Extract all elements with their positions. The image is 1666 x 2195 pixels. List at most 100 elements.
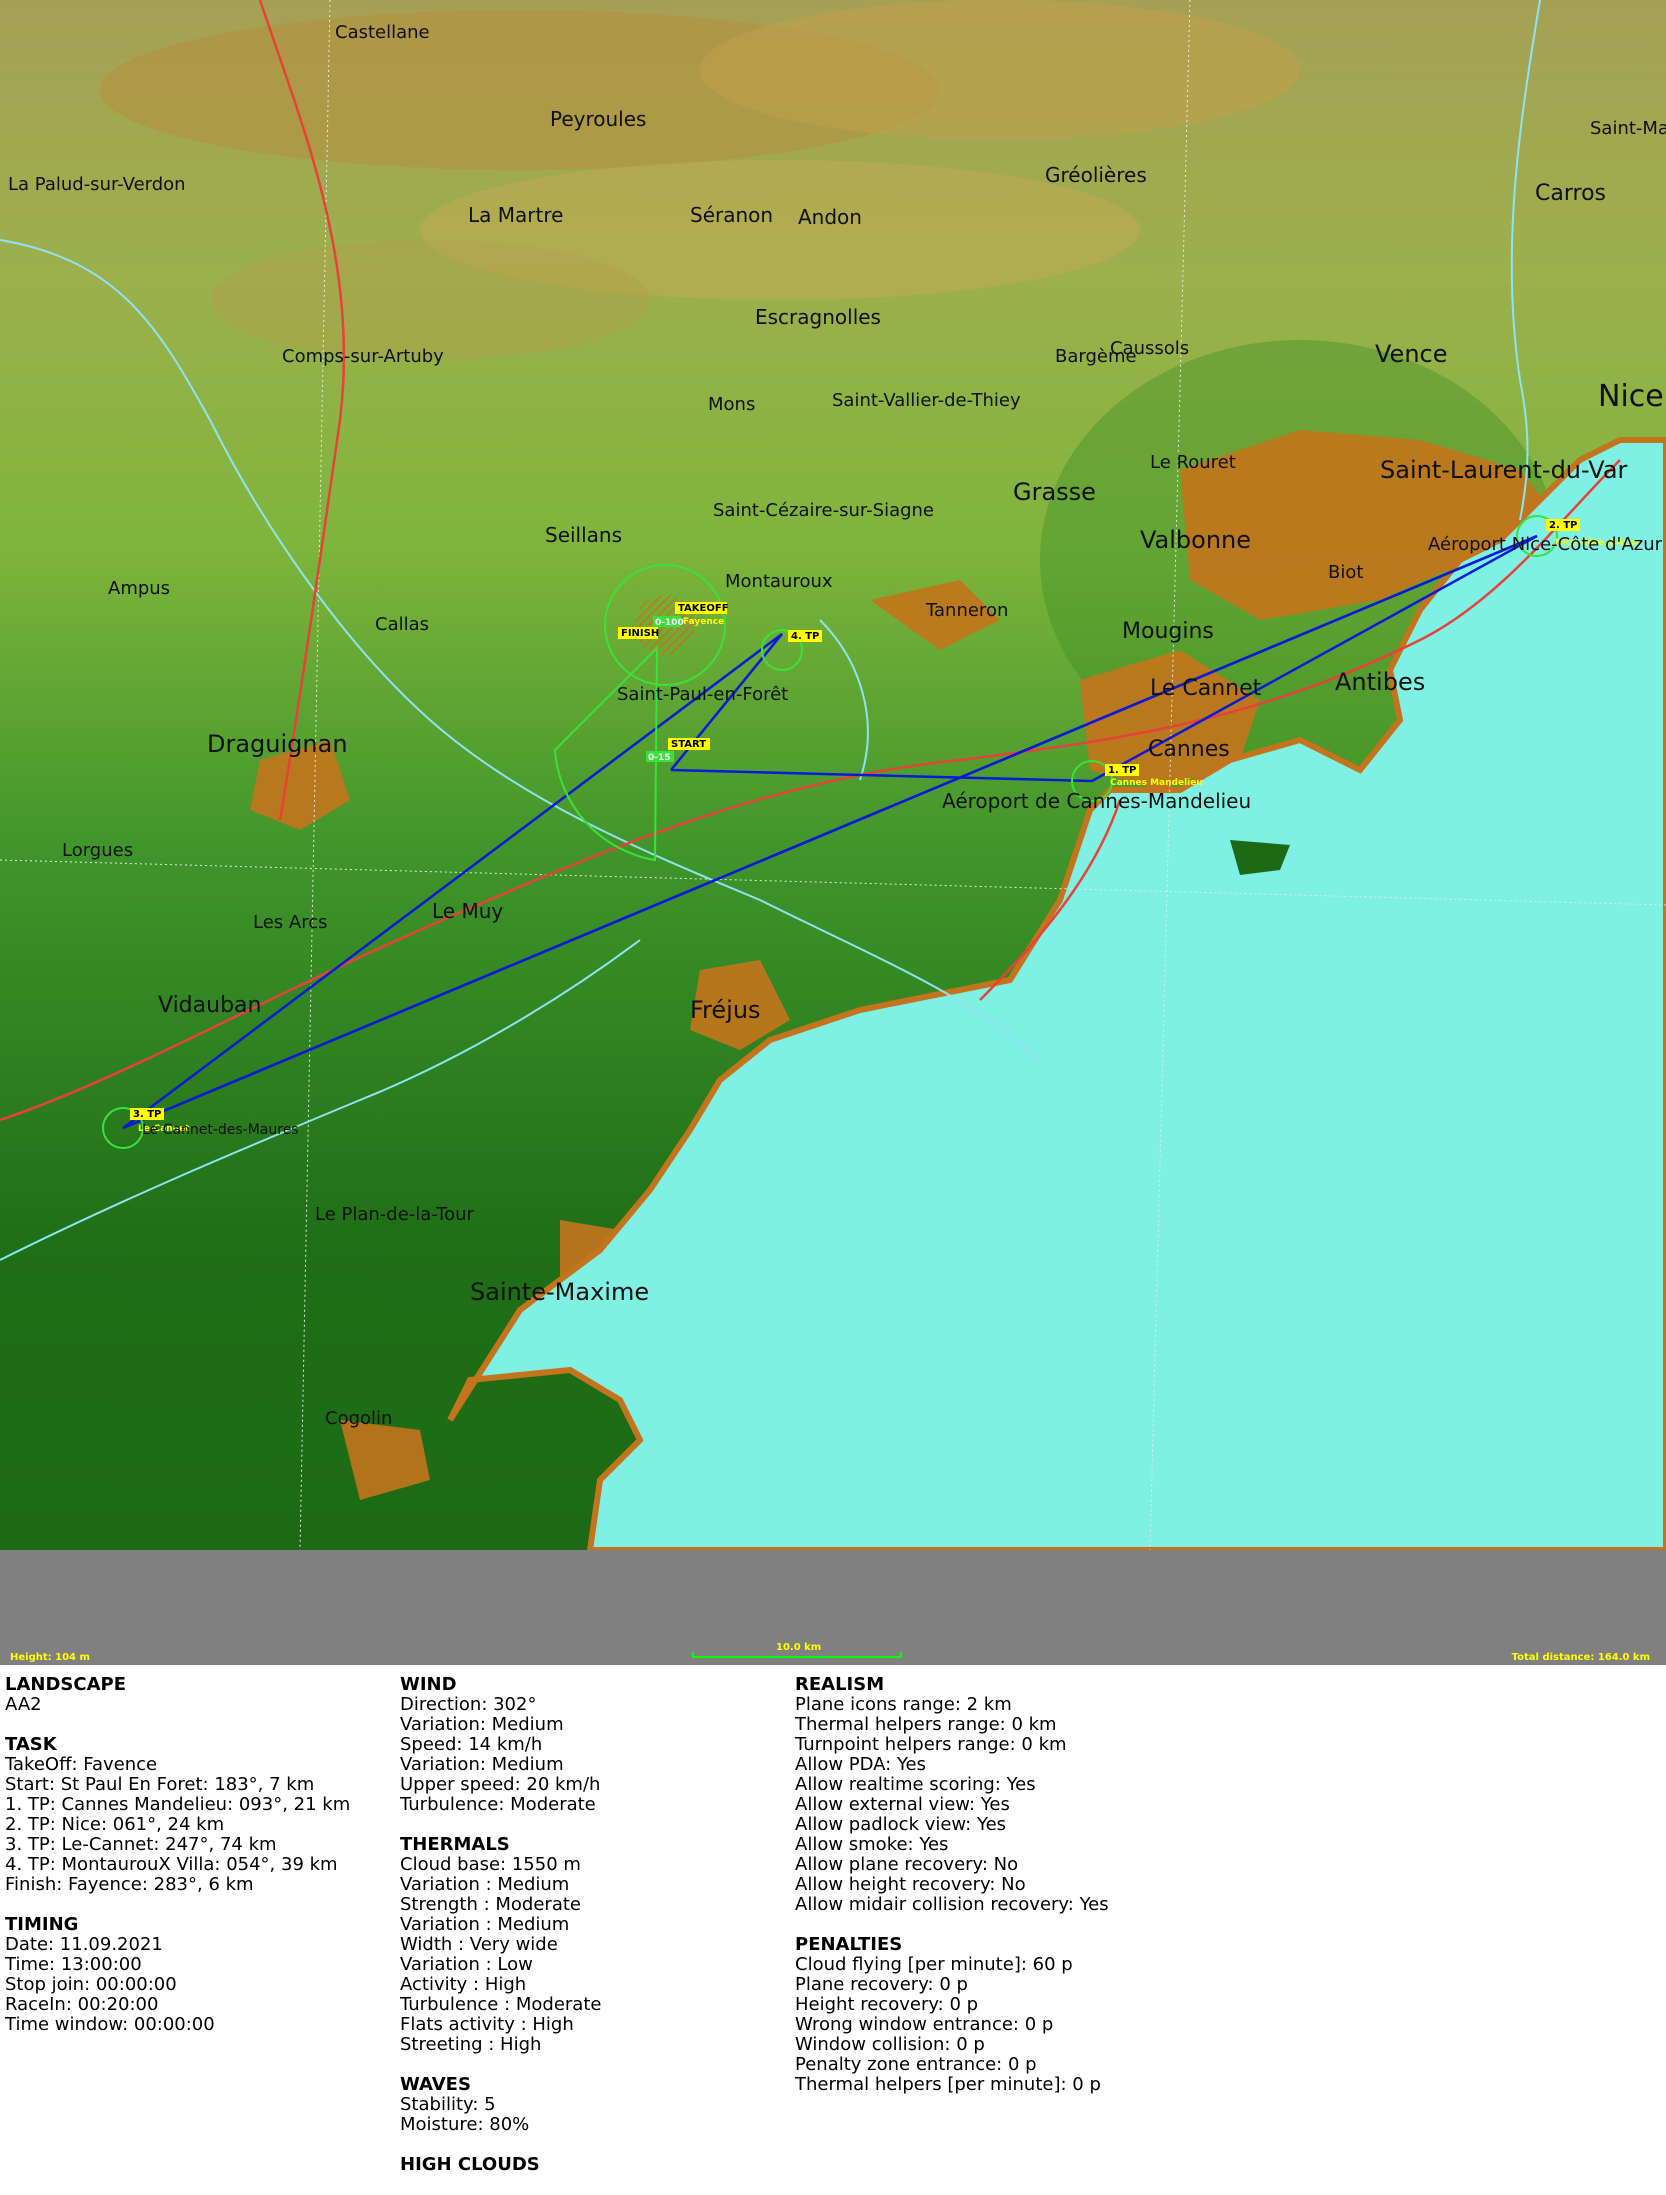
info-line: Variation: Medium bbox=[400, 1714, 564, 1735]
town-label: Antibes bbox=[1335, 668, 1425, 696]
town-label: Comps-sur-Artuby bbox=[282, 346, 444, 367]
total-distance: Total distance: 164.0 km bbox=[1511, 1652, 1650, 1663]
town-label: Le Cannet-des-Maures bbox=[142, 1122, 299, 1138]
town-label: Ampus bbox=[108, 578, 170, 599]
info-line: Time: 13:00:00 bbox=[5, 1954, 142, 1975]
map-status-band bbox=[0, 1550, 1666, 1665]
label-tp1: 1. TP bbox=[1108, 765, 1136, 776]
info-line: Height recovery: 0 p bbox=[795, 1994, 979, 2015]
info-line: Variation : Medium bbox=[400, 1874, 570, 1895]
task-info-panel: LANDSCAPE AA2 TASK TakeOff: Favence Start: … bbox=[0, 1665, 1666, 2175]
town-label: Callas bbox=[375, 614, 429, 635]
town-label: Mons bbox=[708, 394, 755, 415]
info-line: Allow external view: Yes bbox=[795, 1794, 1010, 1815]
info-line: Plane icons range: 2 km bbox=[795, 1694, 1012, 1715]
info-line: AA2 bbox=[5, 1694, 42, 1715]
label-tp2: 2. TP bbox=[1549, 520, 1577, 531]
town-label: Draguignan bbox=[207, 730, 348, 758]
info-line: Upper speed: 20 km/h bbox=[400, 1774, 601, 1795]
label-takeoff: TAKEOFF bbox=[678, 603, 729, 614]
penalties-section: PENALTIES Cloud flying [per minute]: 60 p… bbox=[795, 1935, 1109, 2095]
town-label: Gréolières bbox=[1045, 163, 1147, 187]
info-line: Turnpoint helpers range: 0 km bbox=[795, 1734, 1067, 1755]
town-label: Saint-Martin-du-Var bbox=[1590, 118, 1666, 139]
info-line: Stop join: 00:00:00 bbox=[5, 1974, 177, 1995]
info-line: Strength : Moderate bbox=[400, 1894, 581, 1915]
town-label: Les Arcs bbox=[253, 912, 327, 933]
info-column-2: WIND Direction: 302° Variation: Medium Spee… bbox=[400, 1675, 601, 2195]
landscape-section: LANDSCAPE AA2 bbox=[5, 1675, 350, 1715]
info-line: TakeOff: Favence bbox=[5, 1754, 158, 1775]
town-label: Vidauban bbox=[158, 993, 261, 1018]
label-tp4: 4. TP bbox=[791, 631, 819, 642]
town-label: La Palud-sur-Verdon bbox=[8, 174, 186, 195]
info-line: Allow PDA: Yes bbox=[795, 1754, 927, 1775]
info-line: Activity : High bbox=[400, 1974, 527, 1995]
info-line: Stability: 5 bbox=[400, 2094, 496, 2115]
info-line: Variation : Medium bbox=[400, 1914, 570, 1935]
town-label: Caussols bbox=[1110, 338, 1189, 359]
info-column-3: REALISM Plane icons range: 2 km Thermal he… bbox=[795, 1675, 1109, 2115]
zone-tag-start: 0-15 bbox=[648, 753, 671, 763]
info-line: Cloud flying [per minute]: 60 p bbox=[795, 1954, 1073, 1975]
info-line: Date: 11.09.2021 bbox=[5, 1934, 163, 1955]
info-line: 2. TP: Nice: 061°, 24 km bbox=[5, 1814, 225, 1835]
info-line: Time window: 00:00:00 bbox=[5, 2014, 215, 2035]
high-clouds-section: HIGH CLOUDS bbox=[400, 2155, 601, 2175]
realism-section: REALISM Plane icons range: 2 km Thermal he… bbox=[795, 1675, 1109, 1915]
scale-bar bbox=[692, 1652, 902, 1658]
label-finish: FINISH bbox=[621, 628, 659, 639]
town-label: Le Rouret bbox=[1150, 452, 1236, 473]
height-readout: Height: 104 m bbox=[10, 1652, 90, 1663]
info-line: Cloud base: 1550 m bbox=[400, 1854, 581, 1875]
point-name-fayence: Fayence bbox=[683, 617, 724, 627]
town-label: La Martre bbox=[468, 203, 563, 227]
terrain-map[interactable]: TAKEOFF FINISH START 1. TP 2. TP 3. TP 4… bbox=[0, 0, 1666, 1550]
info-line: Allow plane recovery: No bbox=[795, 1854, 1019, 1875]
section-title: WIND bbox=[400, 1674, 457, 1695]
info-line: Turbulence: Moderate bbox=[400, 1794, 596, 1815]
info-line: Window collision: 0 p bbox=[795, 2034, 985, 2055]
town-label: Le Muy bbox=[432, 899, 503, 923]
info-line: Direction: 302° bbox=[400, 1694, 537, 1715]
section-title: TASK bbox=[5, 1734, 57, 1755]
info-line: Moisture: 80% bbox=[400, 2114, 530, 2135]
town-label: Le Plan-de-la-Tour bbox=[315, 1204, 475, 1225]
town-label: Aéroport Nice-Côte d'Azur bbox=[1428, 534, 1663, 555]
info-line: Streeting : High bbox=[400, 2034, 542, 2055]
town-label: Saint-Cézaire-sur-Siagne bbox=[713, 500, 934, 521]
town-label: Le Cannet bbox=[1150, 676, 1262, 701]
town-label: Séranon bbox=[690, 203, 773, 227]
section-title: WAVES bbox=[400, 2074, 471, 2095]
thermals-section: THERMALS Cloud base: 1550 m Variation : Me… bbox=[400, 1835, 601, 2055]
town-label: Grasse bbox=[1013, 478, 1096, 506]
town-label: Nice bbox=[1598, 379, 1664, 414]
town-label: Valbonne bbox=[1140, 526, 1251, 554]
info-line: 3. TP: Le-Cannet: 247°, 74 km bbox=[5, 1834, 277, 1855]
info-line: 1. TP: Cannes Mandelieu: 093°, 21 km bbox=[5, 1794, 351, 1815]
town-label: Cannes bbox=[1148, 737, 1230, 762]
info-line: Width : Very wide bbox=[400, 1934, 558, 1955]
info-line: Thermal helpers range: 0 km bbox=[795, 1714, 1057, 1735]
info-column-1: LANDSCAPE AA2 TASK TakeOff: Favence Start: … bbox=[5, 1675, 350, 2055]
town-label: Saint-Laurent-du-Var bbox=[1380, 456, 1628, 484]
info-line: Finish: Fayence: 283°, 6 km bbox=[5, 1874, 254, 1895]
section-title: LANDSCAPE bbox=[5, 1674, 126, 1695]
task-section: TASK TakeOff: Favence Start: St Paul En Fo… bbox=[5, 1735, 350, 1895]
zone-tag-takeoff: 0-100 bbox=[655, 618, 684, 628]
info-line: Allow midair collision recovery: Yes bbox=[795, 1894, 1109, 1915]
info-line: Speed: 14 km/h bbox=[400, 1734, 543, 1755]
info-line: Allow smoke: Yes bbox=[795, 1834, 949, 1855]
town-label: Andon bbox=[798, 205, 862, 229]
waves-section: WAVES Stability: 5 Moisture: 80% bbox=[400, 2075, 601, 2135]
timing-section: TIMING Date: 11.09.2021 Time: 13:00:00 Stop… bbox=[5, 1915, 350, 2035]
town-label: Peyroules bbox=[550, 107, 646, 131]
section-title: THERMALS bbox=[400, 1834, 510, 1855]
info-line: Allow height recovery: No bbox=[795, 1874, 1026, 1895]
info-line: Penalty zone entrance: 0 p bbox=[795, 2054, 1037, 2075]
section-title: TIMING bbox=[5, 1914, 79, 1935]
town-label: Escragnolles bbox=[755, 305, 881, 329]
info-line: Flats activity : High bbox=[400, 2014, 574, 2035]
town-label: Saint-Paul-en-Forêt bbox=[617, 684, 788, 705]
town-label: Biot bbox=[1328, 562, 1363, 583]
